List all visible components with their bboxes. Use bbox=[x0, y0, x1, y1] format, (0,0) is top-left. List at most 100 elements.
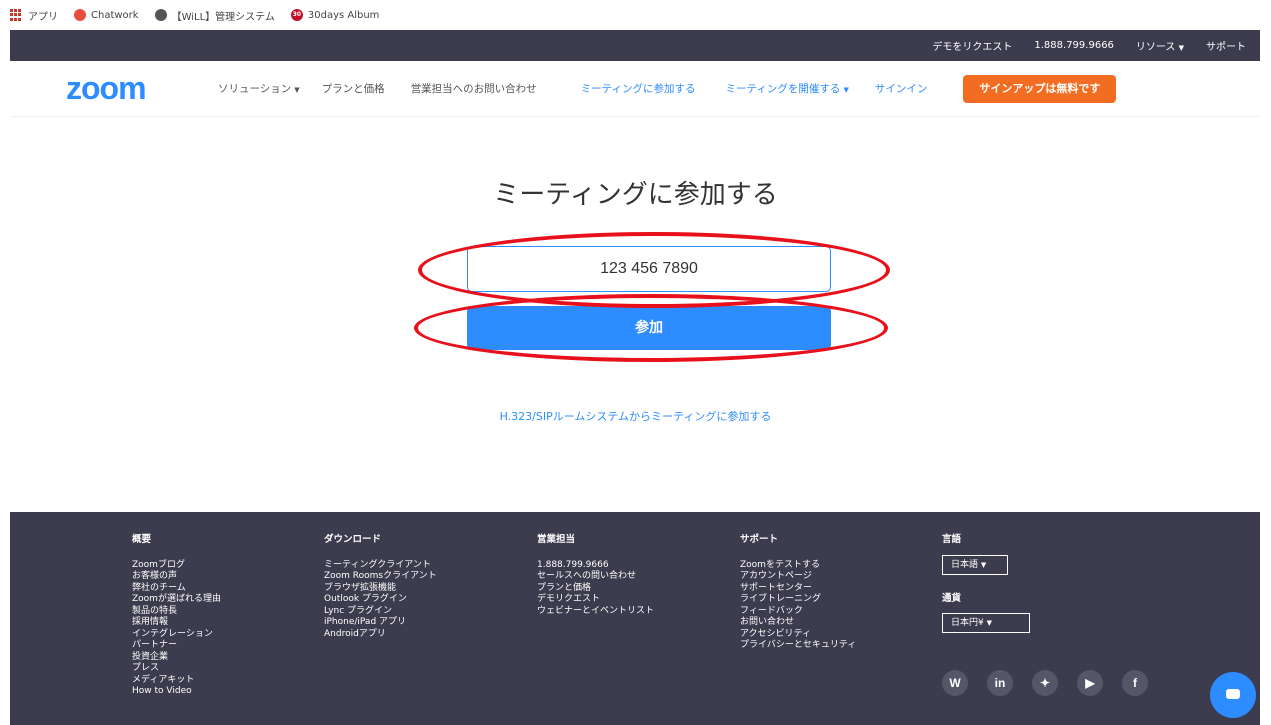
footer-links: Zoomブログ お客様の声 弊社のチーム Zoomが選ばれる理由 製品の特長 採用情報 イン… bbox=[132, 560, 221, 698]
language-heading: 言語 bbox=[942, 534, 962, 545]
footer-heading: 営業担当 bbox=[537, 534, 576, 545]
demo-request-link[interactable]: デモをリクエスト bbox=[932, 38, 1012, 53]
resources-menu[interactable]: リソース ▼ bbox=[1136, 38, 1184, 53]
footer-links: 1.888.799.9666 セールスへの問い合わせ プランと価格 デモリクエスト ウェ… bbox=[537, 560, 654, 618]
youtube-icon[interactable]: ▶ bbox=[1077, 670, 1103, 696]
zoom-logo[interactable]: zoom bbox=[66, 70, 196, 107]
bookmark-label: Chatwork bbox=[91, 9, 139, 21]
footer-link[interactable]: 採用情報 bbox=[132, 617, 221, 629]
footer-col-sales: 営業担当 1.888.799.9666 セールスへの問い合わせ プランと価格 デモリク… bbox=[537, 534, 654, 617]
footer-link[interactable]: セールスへの問い合わせ bbox=[537, 571, 654, 583]
bookmark-label: 30days Album bbox=[307, 9, 380, 21]
footer-link[interactable]: プランと価格 bbox=[537, 583, 654, 595]
currency-value: 日本円¥ bbox=[951, 618, 984, 628]
social-links: W in ✦ ▶ f bbox=[942, 670, 1167, 696]
footer: 概要 Zoomブログ お客様の声 弊社のチーム Zoomが選ばれる理由 製品の特長 採用情… bbox=[10, 512, 1260, 725]
language-select[interactable]: 日本語 ▼ bbox=[942, 554, 1008, 575]
footer-heading: ダウンロード bbox=[324, 534, 382, 545]
resources-label: リソース bbox=[1135, 42, 1176, 53]
footer-heading: サポート bbox=[740, 534, 779, 545]
footer-link[interactable]: How to Video bbox=[132, 686, 221, 698]
footer-link[interactable]: お客様の声 bbox=[132, 571, 221, 583]
currency-select[interactable]: 日本円¥ ▼ bbox=[942, 613, 1030, 633]
footer-link[interactable]: ライブトレーニング bbox=[740, 594, 856, 606]
footer-link[interactable]: Lync プラグイン bbox=[324, 606, 437, 618]
footer-link[interactable]: お問い合わせ bbox=[740, 617, 856, 629]
caret-down-icon: ▼ bbox=[980, 560, 987, 569]
linkedin-icon[interactable]: in bbox=[987, 670, 1013, 696]
currency-heading: 通貨 bbox=[942, 592, 962, 604]
footer-heading: 概要 bbox=[132, 534, 152, 545]
apps-grid-icon bbox=[10, 9, 22, 21]
footer-link[interactable]: 製品の特長 bbox=[132, 606, 221, 618]
nav-solutions-label: ソリューション bbox=[218, 83, 292, 95]
footer-link[interactable]: インテグレーション bbox=[132, 629, 221, 641]
footer-link[interactable]: Androidアプリ bbox=[324, 629, 437, 641]
footer-link[interactable]: デモリクエスト bbox=[537, 594, 654, 606]
caret-down-icon: ▼ bbox=[986, 619, 992, 627]
30days-icon: 30 bbox=[290, 9, 303, 21]
footer-link[interactable]: Outlook プラグイン bbox=[324, 594, 437, 606]
bookmark-chatwork[interactable]: Chatwork bbox=[74, 9, 139, 21]
footer-link[interactable]: プレス bbox=[132, 663, 221, 675]
chatwork-icon bbox=[74, 9, 86, 21]
top-utility-bar: デモをリクエスト 1.888.799.9666 リソース ▼ サポート bbox=[10, 30, 1260, 61]
bookmark-apps[interactable]: アプリ bbox=[10, 8, 58, 23]
currency-section: 通貨 日本円¥ ▼ bbox=[942, 592, 1030, 633]
footer-link[interactable]: Zoom Roomsクライアント bbox=[324, 571, 437, 583]
footer-col-download: ダウンロード ミーティングクライアント Zoom Roomsクライアント ブラウザ拡… bbox=[324, 534, 437, 640]
bookmark-30days[interactable]: 30 30days Album bbox=[290, 9, 380, 21]
footer-links: ミーティングクライアント Zoom Roomsクライアント ブラウザ拡張機能 Outl… bbox=[324, 560, 437, 641]
h323-sip-link[interactable]: H.323/SIPルームシステムからミーティングに参加する bbox=[0, 408, 1271, 424]
footer-link[interactable]: プライバシーとセキュリティ bbox=[740, 640, 856, 652]
join-button[interactable]: 参加 bbox=[467, 306, 831, 350]
footer-link[interactable]: 投資企業 bbox=[132, 652, 221, 664]
footer-link[interactable]: Zoomブログ bbox=[132, 560, 221, 572]
nav-host-meeting[interactable]: ミーティングを開催する ▼ bbox=[726, 81, 849, 96]
support-link[interactable]: サポート bbox=[1206, 38, 1246, 53]
footer-link[interactable]: メディアキット bbox=[132, 675, 221, 687]
footer-link[interactable]: ミーティングクライアント bbox=[324, 560, 437, 572]
bookmark-will[interactable]: 【WiLL】管理システム bbox=[154, 8, 275, 23]
bookmarks-bar: アプリ Chatwork 【WiLL】管理システム 30 30days Albu… bbox=[0, 0, 1271, 30]
footer-link[interactable]: ウェビナーとイベントリスト bbox=[537, 606, 654, 618]
footer-link[interactable]: iPhone/iPad アプリ bbox=[324, 617, 437, 629]
nav-host-label: ミーティングを開催する bbox=[725, 83, 841, 95]
nav-solutions[interactable]: ソリューション ▼ bbox=[218, 81, 300, 96]
facebook-icon[interactable]: f bbox=[1122, 670, 1148, 696]
caret-down-icon: ▼ bbox=[1178, 44, 1184, 52]
footer-col-about: 概要 Zoomブログ お客様の声 弊社のチーム Zoomが選ばれる理由 製品の特長 採用情… bbox=[132, 534, 221, 698]
footer-col-support: サポート Zoomをテストする アカウントページ サポートセンター ライブトレーニング… bbox=[740, 534, 856, 652]
footer-col-settings: 言語 日本語 ▼ 通貨 日本円¥ ▼ bbox=[942, 534, 1030, 651]
footer-link[interactable]: アカウントページ bbox=[740, 571, 856, 583]
footer-link[interactable]: ブラウザ拡張機能 bbox=[324, 583, 437, 595]
will-icon bbox=[154, 9, 167, 21]
wordpress-icon[interactable]: W bbox=[942, 670, 968, 696]
language-value: 日本語 bbox=[951, 559, 979, 570]
phone-link[interactable]: 1.888.799.9666 bbox=[1034, 40, 1114, 51]
signup-button[interactable]: サインアップは無料です bbox=[963, 74, 1117, 103]
footer-link[interactable]: パートナー bbox=[132, 640, 221, 652]
caret-down-icon: ▼ bbox=[294, 86, 300, 94]
footer-link[interactable]: サポートセンター bbox=[740, 583, 856, 595]
twitter-icon[interactable]: ✦ bbox=[1032, 670, 1058, 696]
chat-bubble-icon[interactable] bbox=[1210, 672, 1256, 718]
footer-link[interactable]: フィードバック bbox=[740, 606, 856, 618]
nav-plans[interactable]: プランと価格 bbox=[322, 81, 385, 96]
nav-join-meeting[interactable]: ミーティングに参加する bbox=[581, 81, 696, 96]
page-title: ミーティングに参加する bbox=[493, 180, 778, 210]
footer-link[interactable]: アクセシビリティ bbox=[740, 629, 856, 641]
meeting-id-input[interactable] bbox=[467, 246, 831, 292]
nav-contact-sales[interactable]: 営業担当へのお問い合わせ bbox=[411, 81, 537, 96]
bookmark-label: 【WiLL】管理システム bbox=[171, 11, 275, 23]
caret-down-icon: ▼ bbox=[843, 86, 849, 94]
main-nav: zoom ソリューション ▼ プランと価格 営業担当へのお問い合わせ ミーティング… bbox=[10, 61, 1260, 117]
footer-link[interactable]: 弊社のチーム bbox=[132, 583, 221, 595]
nav-signin[interactable]: サインイン bbox=[875, 81, 928, 96]
footer-link[interactable]: 1.888.799.9666 bbox=[537, 560, 654, 572]
bookmark-label: アプリ bbox=[28, 11, 58, 23]
language-section: 言語 日本語 ▼ bbox=[942, 534, 1030, 575]
footer-link[interactable]: Zoomが選ばれる理由 bbox=[132, 594, 221, 606]
footer-links: Zoomをテストする アカウントページ サポートセンター ライブトレーニング フィードバ… bbox=[740, 560, 856, 652]
footer-link[interactable]: Zoomをテストする bbox=[740, 560, 856, 572]
